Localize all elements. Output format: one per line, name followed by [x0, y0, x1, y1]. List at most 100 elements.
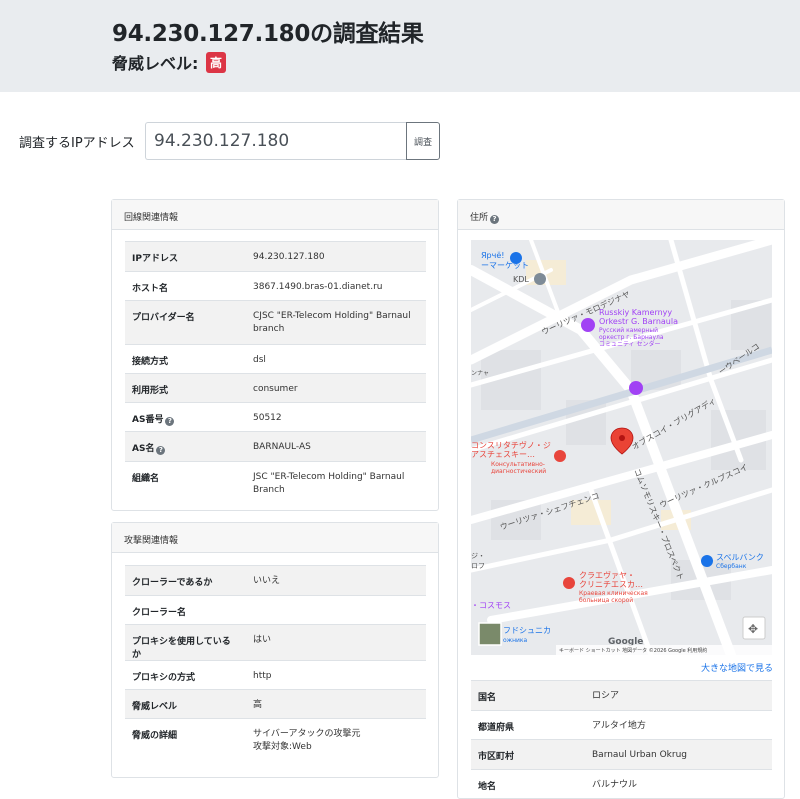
- map-canvas[interactable]: ウーリツァ・モロデジナヤ ウーリツァ・シェフチェンコ コムソモリスキー・プロスペ…: [471, 240, 772, 655]
- title-suffix: の調査結果: [310, 21, 424, 47]
- community-center-icon: [581, 318, 595, 332]
- search-label: 調査するIPアドレス: [19, 136, 135, 151]
- row-key: 地名: [471, 769, 585, 799]
- row-value: バルナウル: [585, 769, 772, 799]
- bank-icon: [701, 555, 713, 567]
- row-value: ロシア: [585, 680, 772, 711]
- row-value: dsl: [246, 344, 426, 374]
- row-key: 脅威レベル: [125, 689, 246, 719]
- row-key: ホスト名: [125, 271, 246, 301]
- page-header: 94.230.127.180の調査結果 脅威レベル: 高: [0, 0, 800, 92]
- map-poi-label: Краевая клиническая: [579, 590, 648, 597]
- address-table: 国名 ロシア 都道府県 アルタイ地方 市区町村 Barnaul Urban Okrug…: [471, 680, 772, 799]
- row-key: AS番号?: [125, 402, 246, 432]
- table-row: 国名 ロシア: [471, 680, 772, 711]
- table-row: プロバイダー名 CJSC "ER-Telecom Holding" Barnaul…: [125, 300, 426, 345]
- row-key: 利用形式: [125, 373, 246, 403]
- row-key: プロバイダー名: [125, 300, 246, 345]
- map-poi-label: ожника: [503, 637, 528, 644]
- map-embed[interactable]: ウーリツァ・モロデジナヤ ウーリツァ・シェフチェンコ コムソモリスキー・プロスペ…: [471, 240, 772, 655]
- row-key: クローラー名: [125, 595, 246, 625]
- threat-level-heading: 脅威レベル: 高: [112, 50, 226, 74]
- line-info-card: 回線関連情報 IPアドレス 94.230.127.180 ホスト名 3867.149…: [111, 199, 439, 511]
- attack-info-card: 攻撃関連情報 クローラーであるか いいえ クローラー名 プロキシを使用しているかは…: [111, 522, 439, 778]
- ip-search-input[interactable]: [145, 122, 407, 160]
- attack-info-title: 攻撃関連情報: [112, 523, 438, 553]
- map-poi-label: ロフ: [471, 562, 485, 570]
- row-key: 国名: [471, 680, 585, 711]
- map-poi-label: Ярчё!: [481, 251, 505, 260]
- map-poi-label: クラエヴァヤ・: [579, 570, 635, 580]
- address-title-text: 住所: [470, 213, 489, 223]
- threat-badge: 高: [205, 52, 226, 73]
- row-value: Barnaul Urban Okrug: [585, 739, 772, 770]
- map-poi-label: больница скорой: [579, 597, 633, 604]
- row-key: 脅威の詳細: [125, 718, 246, 763]
- table-row: 地名 バルナウル: [471, 769, 772, 799]
- title-ip: 94.230.127.180: [112, 21, 311, 47]
- map-poi-label: Orkestr G. Barnaula: [599, 317, 678, 326]
- row-value: [246, 595, 426, 625]
- table-row: ホスト名 3867.1490.bras-01.dianet.ru: [125, 271, 426, 301]
- map-poi-label: Сбербанк: [716, 563, 747, 570]
- table-row: 市区町村 Barnaul Urban Okrug: [471, 739, 772, 770]
- line-info-title: 回線関連情報: [112, 200, 438, 230]
- table-row: IPアドレス 94.230.127.180: [125, 241, 426, 272]
- help-icon[interactable]: ?: [165, 417, 175, 426]
- row-key-text: AS番号: [132, 415, 164, 425]
- help-icon[interactable]: ?: [490, 215, 500, 224]
- row-key: 接続方式: [125, 344, 246, 374]
- map-poi-label: Russkiy Kamernyy: [599, 308, 672, 317]
- map-poi-label: ・コスモス: [471, 601, 511, 610]
- table-row: AS番号? 50512: [125, 402, 426, 432]
- row-value: 50512: [246, 402, 426, 432]
- table-row: 脅威の詳細 サイバーアタックの攻撃元 攻撃対象:Web: [125, 718, 426, 763]
- row-value: 94.230.127.180: [246, 241, 426, 272]
- map-attribution[interactable]: キーボード ショートカット 地図データ ©2026 Google 利用規約: [559, 647, 707, 654]
- row-key: AS名?: [125, 431, 246, 462]
- map-poi-label: フドシュニカ: [503, 626, 551, 635]
- table-row: プロキシを使用しているか はい: [125, 624, 426, 661]
- table-row: クローラーであるか いいえ: [125, 565, 426, 596]
- line-info-table: IPアドレス 94.230.127.180 ホスト名 3867.1490.bras-…: [125, 241, 426, 497]
- table-row: 脅威レベル高: [125, 689, 426, 719]
- map-poi-label: Консультативно-: [491, 461, 545, 468]
- hospital-icon: [554, 450, 566, 462]
- map-poi-label: コミュニティ センター: [599, 340, 661, 348]
- clinic-icon: [534, 273, 546, 285]
- row-key-text: AS名: [132, 444, 155, 454]
- row-key: 都道府県: [471, 710, 585, 740]
- satellite-toggle-icon[interactable]: [478, 622, 502, 646]
- row-value: アルタイ地方: [585, 710, 772, 740]
- row-value: consumer: [246, 373, 426, 403]
- table-row: 利用形式 consumer: [125, 373, 426, 403]
- page-title: 94.230.127.180の調査結果: [112, 14, 424, 48]
- help-icon[interactable]: ?: [156, 446, 166, 455]
- row-value: JSC "ER-Telecom Holding" Barnaul Branch: [246, 461, 426, 497]
- shopping-cart-icon: [510, 252, 522, 264]
- table-row: 都道府県 アルタイ地方: [471, 710, 772, 740]
- row-value: 3867.1490.bras-01.dianet.ru: [246, 271, 426, 301]
- threat-label: 脅威レベル:: [112, 54, 199, 73]
- threat-detail-line: サイバーアタックの攻撃元: [253, 729, 361, 739]
- search-button[interactable]: 調査: [406, 122, 440, 160]
- row-key: IPアドレス: [125, 241, 246, 272]
- map-poi-label: ーマーケット: [481, 261, 529, 270]
- table-row: AS名? BARNAUL-AS: [125, 431, 426, 462]
- map-poi-label: ジ・: [471, 552, 485, 560]
- row-value: 高: [246, 689, 426, 719]
- address-title: 住所?: [458, 200, 784, 230]
- theater-icon: [629, 381, 643, 395]
- map-poi-label: Русский камерный: [599, 327, 658, 334]
- row-value: いいえ: [246, 565, 426, 596]
- row-value: サイバーアタックの攻撃元 攻撃対象:Web: [246, 718, 426, 763]
- table-row: クローラー名: [125, 595, 426, 625]
- row-key: 市区町村: [471, 739, 585, 770]
- svg-text:✥: ✥: [748, 622, 758, 636]
- row-value: CJSC "ER-Telecom Holding" Barnaul branch: [246, 300, 426, 345]
- map-poi-label: оркестр г. Барнаула: [599, 334, 664, 341]
- larger-map-link[interactable]: 大きな地図で見る: [701, 661, 773, 674]
- map-poi-label: スベルバンク: [716, 553, 764, 562]
- threat-detail-line: 攻撃対象:Web: [253, 742, 312, 752]
- row-key: プロキシを使用しているか: [125, 624, 246, 661]
